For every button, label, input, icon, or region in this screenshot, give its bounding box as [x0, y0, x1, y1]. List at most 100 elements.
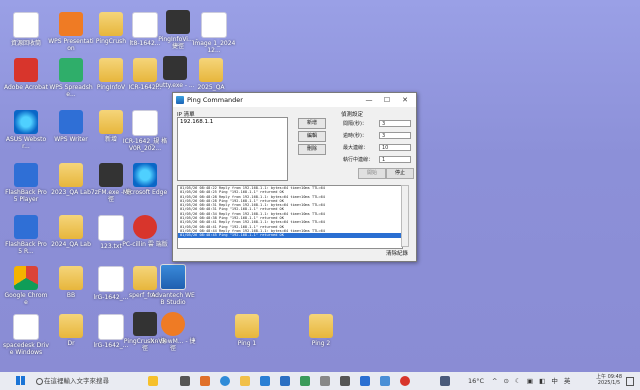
desktop-icon-label: Adobe Acrobat — [3, 84, 49, 91]
network-icon — [163, 56, 187, 80]
desktop-icon-label: ICR-1642_規 格V0R_202... — [122, 138, 168, 152]
desktop-icon-label: Image 1_202412... — [192, 40, 236, 54]
ip-list-box[interactable]: 192.168.1.1 — [177, 117, 288, 181]
taskbar-app-icon[interactable] — [380, 376, 390, 386]
taskbar: 在這裡輸入文字來搜尋 16°C ^ ⊙ ☾ ▣ ◧ 中 英 上午 09:48 2… — [0, 372, 640, 390]
image-icon — [201, 12, 227, 38]
setting-running-connections: 執行中連線： 1 — [343, 156, 415, 164]
desktop-icon-pc-cillin[interactable]: PC-cillin 雲 端版 — [122, 215, 168, 267]
desktop-icon-label: Ping 1 — [237, 340, 257, 347]
desktop-icon-label: Advantech WEB Studio — [151, 292, 195, 306]
window-title: Ping Commander — [187, 96, 243, 104]
folder-icon — [99, 110, 123, 134]
setting-max-connections: 最大連線： 10 — [343, 144, 415, 152]
folder-icon — [199, 58, 223, 82]
desktop-icon-microsoft-edge[interactable]: Microsoft Edge — [122, 163, 168, 215]
log-line-selected[interactable]: 01/05/26 08:48:45 Ping "192.168.1.1" ret… — [178, 233, 402, 238]
asus-icon — [14, 110, 38, 134]
taskbar-app-icon[interactable] — [260, 376, 270, 386]
desktop-icon-asus-webstorage[interactable]: ASUS Webstor... — [3, 110, 49, 162]
taskbar-clock[interactable]: 上午 09:48 2025/1/5 — [596, 374, 622, 386]
wps-spreadsheet-icon — [59, 58, 83, 82]
minimize-button[interactable]: — — [360, 93, 378, 107]
weather-temperature[interactable]: 16°C — [468, 372, 484, 390]
taskbar-app-icon[interactable] — [148, 376, 158, 386]
folder-icon — [59, 163, 83, 187]
desktop-icon-google-chrome[interactable]: Google Chrome — [3, 266, 49, 318]
window-titlebar[interactable]: Ping Commander — ☐ ✕ — [173, 93, 416, 107]
desktop-icon-label: spacedesk Drive Windows — [3, 342, 49, 356]
desktop-icon-label: Microsoft Edge — [122, 189, 168, 196]
taskbar-app-icon[interactable] — [300, 376, 310, 386]
system-tray-icons[interactable]: ^ ⊙ ☾ ▣ ◧ 中 英 — [492, 372, 572, 390]
notification-icon[interactable] — [626, 377, 634, 386]
delete-button[interactable]: 刪除 — [298, 144, 326, 155]
flashback-icon — [14, 215, 38, 239]
xnview-icon — [161, 312, 185, 336]
log-scrollbar[interactable] — [401, 185, 409, 247]
taskbar-search-box[interactable]: 在這裡輸入文字來搜尋 — [30, 375, 144, 387]
ip-list-item[interactable]: 192.168.1.1 — [180, 119, 285, 125]
edge-icon — [133, 163, 157, 187]
settings-group: 偵測設定 間隔(秒)： 3 逾時(秒)： 3 最大連線： 10 執行中連線： 1… — [333, 110, 415, 180]
clear-log-link[interactable]: 清除紀錄 — [386, 249, 408, 257]
pccillin-icon — [133, 215, 157, 239]
desktop-icon-adobe-acrobat[interactable]: Adobe Acrobat — [3, 58, 49, 110]
setting-label: 間隔(秒)： — [343, 121, 367, 127]
desktop-icon-label: Google Chrome — [4, 292, 48, 306]
folder-icon — [235, 314, 259, 338]
folder-icon — [99, 12, 123, 36]
edge-icon[interactable] — [220, 376, 230, 386]
desktop-icon-ping-2[interactable]: Ping 2 — [298, 314, 344, 366]
text-file-icon — [98, 266, 124, 292]
desktop-icon-label: PC-cillin 雲 端版 — [122, 241, 168, 248]
file-explorer-icon[interactable] — [240, 376, 250, 386]
taskbar-app-icon[interactable] — [400, 376, 410, 386]
desktop-icon-icr-spec-doc[interactable]: ICR-1642_規 格V0R_202... — [122, 110, 168, 162]
timeout-input[interactable]: 3 — [379, 132, 411, 139]
folder-icon — [59, 266, 83, 290]
wps-writer-icon — [59, 110, 83, 134]
folder-icon — [99, 58, 123, 82]
desktop-icon-flashback-recorder[interactable]: FlashBack Pro 5 R... — [3, 215, 49, 267]
folder-icon — [309, 314, 333, 338]
taskbar-app-icon[interactable] — [360, 376, 370, 386]
desktop-icon-ping-1[interactable]: Ping 1 — [224, 314, 270, 366]
running-connections-field: 1 — [379, 156, 411, 163]
folder-icon — [59, 314, 83, 338]
text-file-icon — [98, 215, 124, 241]
desktop-icon-label: ASUS Webstor... — [5, 136, 47, 150]
desktop-icon-xnview-shortcut[interactable]: XnViewM... - 捷徑 — [150, 312, 196, 364]
spacedesk-icon — [13, 314, 39, 340]
task-view-icon[interactable] — [180, 376, 190, 386]
ping-app-icon — [176, 96, 184, 104]
recycle-bin-icon — [13, 12, 39, 38]
settings-gear-icon[interactable] — [340, 376, 350, 386]
add-button[interactable]: 新增 — [298, 118, 326, 129]
taskbar-app-icon[interactable] — [280, 376, 290, 386]
setting-timeout: 逾時(秒)： 3 — [343, 132, 415, 140]
stop-button[interactable]: 停止 — [386, 168, 414, 179]
desktop-icon-label: 資源回收筒 — [10, 40, 41, 47]
settings-title: 偵測設定 — [341, 112, 364, 118]
taskbar-app-icon[interactable] — [320, 376, 330, 386]
clock-date: 2025/1/5 — [597, 380, 621, 386]
desktop-icon-spacedesk[interactable]: spacedesk Drive Windows — [3, 314, 49, 366]
desktop-icon-label: XnViewM... - 捷徑 — [150, 338, 196, 352]
windows-start-icon[interactable] — [16, 376, 25, 385]
start-button[interactable]: 開始 — [358, 168, 386, 179]
close-button[interactable]: ✕ — [396, 93, 414, 107]
log-list[interactable]: 01/05/26 08:48:22 Reply from 192.168.1.1… — [177, 185, 403, 249]
desktop-icon-flashback-player[interactable]: FlashBack Pro 5 Player — [3, 163, 49, 215]
desktop-icon-advantech-web-studio[interactable]: Advantech WEB Studio — [150, 264, 196, 316]
desktop-icon-label: FlashBack Pro 5 R... — [5, 241, 47, 255]
maximize-button[interactable]: ☐ — [378, 93, 396, 107]
taskbar-app-icon[interactable] — [200, 376, 210, 386]
desktop-icon-label: FlashBack Pro 5 Player — [5, 189, 47, 203]
interval-input[interactable]: 3 — [379, 120, 411, 127]
max-connections-input[interactable]: 10 — [379, 144, 411, 151]
desktop-icon-recycle-bin[interactable]: 資源回收筒 — [3, 12, 49, 64]
desktop-icon-label: 2025_QA — [197, 84, 225, 91]
edit-button[interactable]: 編輯 — [298, 131, 326, 142]
document-icon — [132, 110, 158, 136]
